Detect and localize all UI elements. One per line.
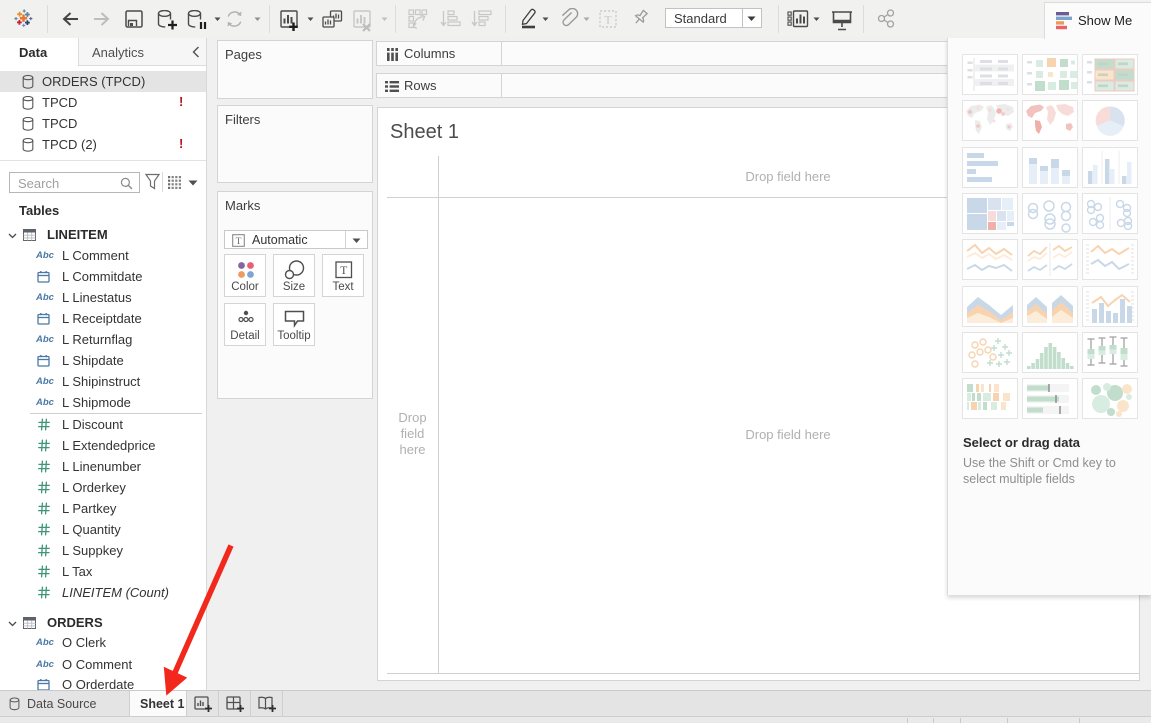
- svg-text:T: T: [236, 237, 242, 247]
- svg-text:T: T: [604, 13, 612, 27]
- svg-text:T: T: [340, 265, 347, 277]
